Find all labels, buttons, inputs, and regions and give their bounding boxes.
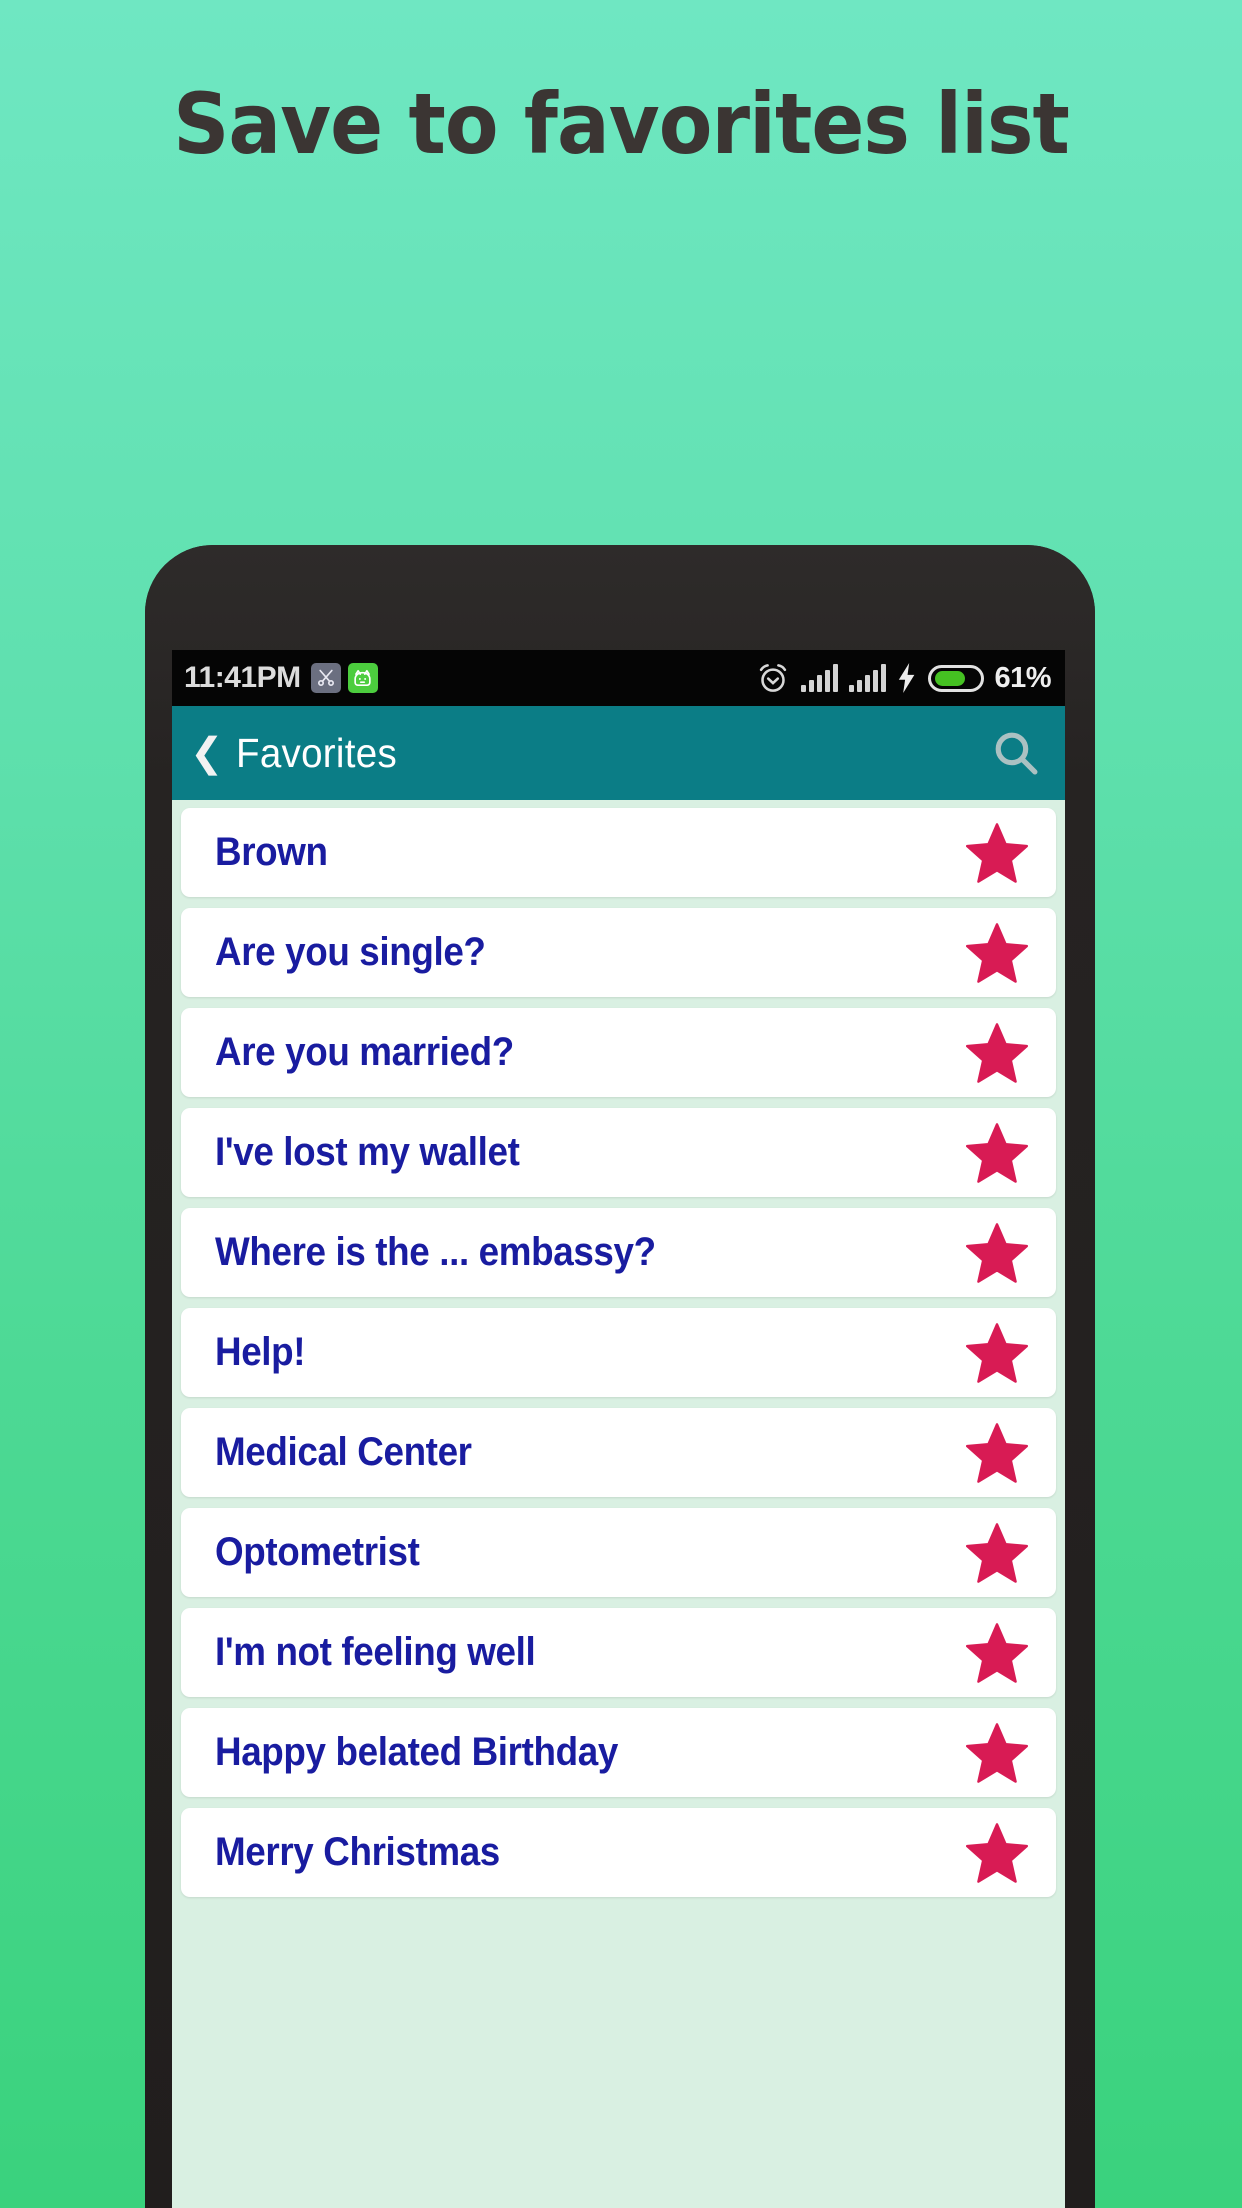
- list-item-label: Help!: [215, 1330, 306, 1374]
- list-item[interactable]: Merry Christmas: [181, 1808, 1056, 1897]
- list-item-label: Medical Center: [215, 1430, 472, 1474]
- alarm-clock-icon: [756, 661, 790, 695]
- favorite-star-icon[interactable]: [966, 1822, 1028, 1884]
- list-item-label: I've lost my wallet: [215, 1130, 520, 1174]
- list-item[interactable]: Happy belated Birthday: [181, 1708, 1056, 1797]
- back-button[interactable]: ❮: [186, 733, 236, 773]
- list-item-label: Are you married?: [215, 1030, 514, 1074]
- favorite-star-icon[interactable]: [966, 1322, 1028, 1384]
- phone-mockup-frame: 11:41PM 61% ❮ Favorites Brown Are you si…: [145, 545, 1095, 2208]
- favorite-star-icon[interactable]: [966, 1022, 1028, 1084]
- android-cat-icon: [347, 663, 378, 693]
- action-bar-title: Favorites: [235, 729, 397, 776]
- favorite-star-icon[interactable]: [966, 1622, 1028, 1684]
- list-item[interactable]: I'm not feeling well: [181, 1608, 1056, 1697]
- scissors-icon: [310, 663, 341, 693]
- favorite-star-icon[interactable]: [966, 922, 1028, 984]
- search-icon[interactable]: [989, 726, 1043, 780]
- status-bar: 11:41PM 61%: [172, 650, 1065, 706]
- list-item[interactable]: Are you married?: [181, 1008, 1056, 1097]
- battery-icon: [928, 664, 985, 692]
- list-item-label: Happy belated Birthday: [215, 1730, 618, 1774]
- favorite-star-icon[interactable]: [966, 1222, 1028, 1284]
- favorites-list[interactable]: Brown Are you single? Are you married? I…: [172, 800, 1065, 2208]
- list-item[interactable]: I've lost my wallet: [181, 1108, 1056, 1197]
- list-item-label: Merry Christmas: [215, 1830, 500, 1874]
- list-item[interactable]: Where is the ... embassy?: [181, 1208, 1056, 1297]
- battery-percent-label: 61%: [994, 661, 1051, 694]
- favorite-star-icon[interactable]: [966, 1422, 1028, 1484]
- list-item[interactable]: Medical Center: [181, 1408, 1056, 1497]
- promo-screenshot-canvas: Save to favorites list 11:41PM 61% ❮ Fav…: [0, 0, 1242, 2208]
- list-item[interactable]: Are you single?: [181, 908, 1056, 997]
- charging-bolt-icon: [897, 663, 917, 693]
- favorite-star-icon[interactable]: [966, 822, 1028, 884]
- list-item-label: Optometrist: [215, 1530, 420, 1574]
- list-item-label: Where is the ... embassy?: [215, 1230, 656, 1274]
- search-button[interactable]: [989, 726, 1043, 780]
- signal-bars-sim1-icon: [801, 664, 839, 692]
- list-item-label: Brown: [215, 830, 328, 874]
- list-item-label: I'm not feeling well: [215, 1630, 536, 1674]
- signal-bars-sim2-icon: [849, 664, 887, 692]
- list-item-label: Are you single?: [215, 930, 486, 974]
- favorite-star-icon[interactable]: [966, 1122, 1028, 1184]
- list-item[interactable]: Optometrist: [181, 1508, 1056, 1597]
- list-item[interactable]: Brown: [181, 808, 1056, 897]
- action-bar: ❮ Favorites: [172, 706, 1065, 800]
- status-bar-clock: 11:41PM: [184, 661, 301, 694]
- page-title: Save to favorites list: [173, 75, 1070, 173]
- phone-screen: 11:41PM 61% ❮ Favorites Brown Are you si…: [172, 650, 1065, 2208]
- list-item[interactable]: Help!: [181, 1308, 1056, 1397]
- favorite-star-icon[interactable]: [966, 1722, 1028, 1784]
- favorite-star-icon[interactable]: [966, 1522, 1028, 1584]
